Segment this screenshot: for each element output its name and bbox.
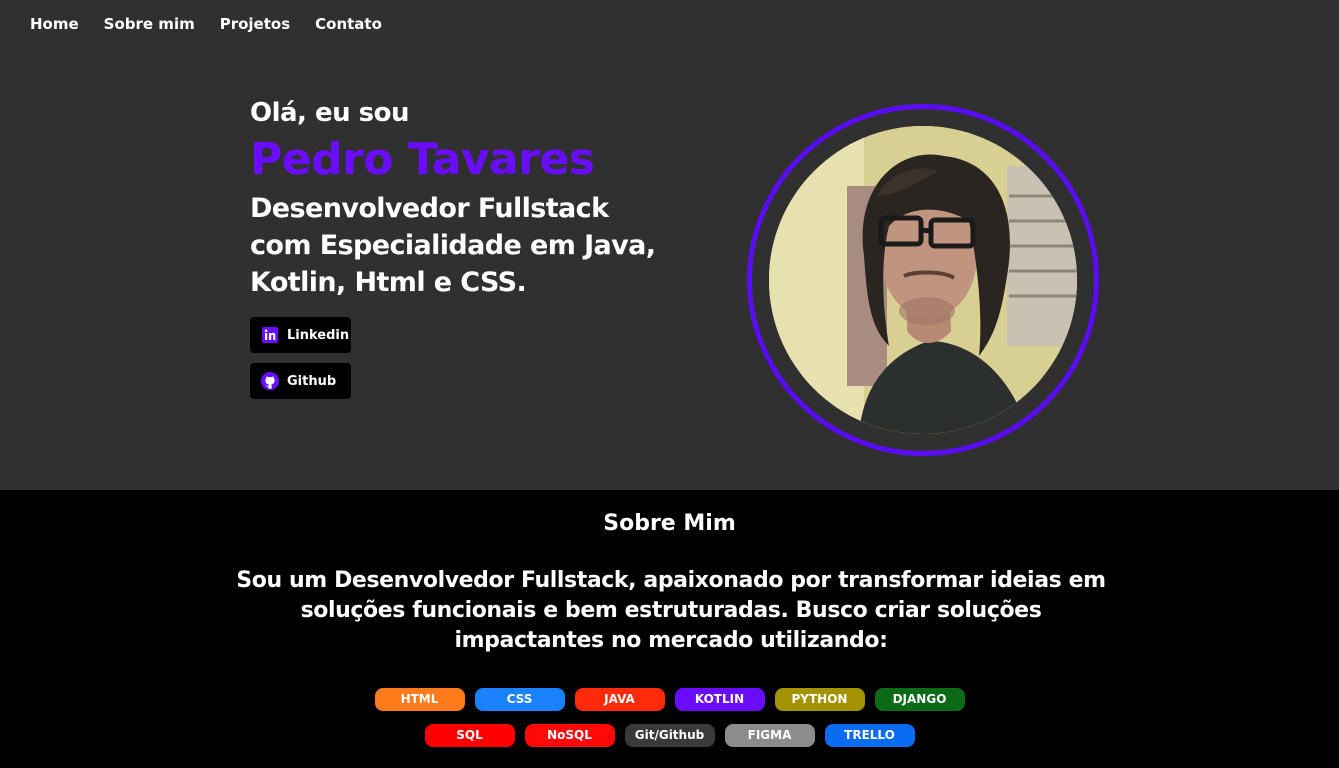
linkedin-label: Linkedin (287, 327, 350, 343)
greeting: Olá, eu sou (250, 98, 410, 128)
skill-badge-django: DJANGO (874, 688, 965, 711)
skill-badge-figma: FIGMA (724, 724, 815, 747)
nav-sobre-mim[interactable]: Sobre mim (104, 14, 195, 34)
hero-intro: Olá, eu sou Pedro Tavares Desenvolvedor … (250, 96, 690, 301)
skill-badge-kotlin: KOTLIN (674, 688, 765, 711)
hero-section: Home Sobre mim Projetos Contato Olá, eu … (0, 0, 1339, 490)
github-icon (261, 372, 279, 390)
linkedin-button[interactable]: Linkedin (250, 317, 351, 353)
skill-badge-python: PYTHON (774, 688, 865, 711)
top-nav: Home Sobre mim Projetos Contato (30, 14, 382, 34)
skill-badge-nosql: NoSQL (524, 724, 615, 747)
skill-badge-git-github: Git/Github (624, 724, 715, 747)
about-description: Sou um Desenvolvedor Fullstack, apaixona… (236, 568, 1106, 653)
hero-name: Pedro Tavares (250, 134, 595, 185)
skills-row: SQL NoSQL Git/Github FIGMA TRELLO (0, 724, 1339, 747)
skill-badge-trello: TRELLO (824, 724, 915, 747)
skill-badge-sql: SQL (424, 724, 515, 747)
role-line: Desenvolvedor Fullstack (250, 193, 609, 224)
github-button[interactable]: Github (250, 363, 351, 399)
skills-row: HTML CSS JAVA KOTLIN PYTHON DJANGO (0, 688, 1339, 711)
skill-badge-java: JAVA (574, 688, 665, 711)
github-label: Github (287, 373, 337, 389)
role-line: Kotlin, Html e CSS. (250, 267, 527, 298)
skill-badge-html: HTML (374, 688, 465, 711)
hero-role: Desenvolvedor Fullstack com Especialidad… (250, 190, 690, 301)
nav-projetos[interactable]: Projetos (220, 14, 290, 34)
role-line: com Especialidade em Java, (250, 230, 656, 261)
nav-home[interactable]: Home (30, 14, 79, 34)
about-title: Sobre Mim (603, 511, 736, 536)
linkedin-icon (261, 326, 279, 344)
skill-badge-css: CSS (474, 688, 565, 711)
profile-photo (769, 126, 1077, 434)
profile-photo-frame (747, 104, 1099, 456)
nav-contato[interactable]: Contato (315, 14, 382, 34)
